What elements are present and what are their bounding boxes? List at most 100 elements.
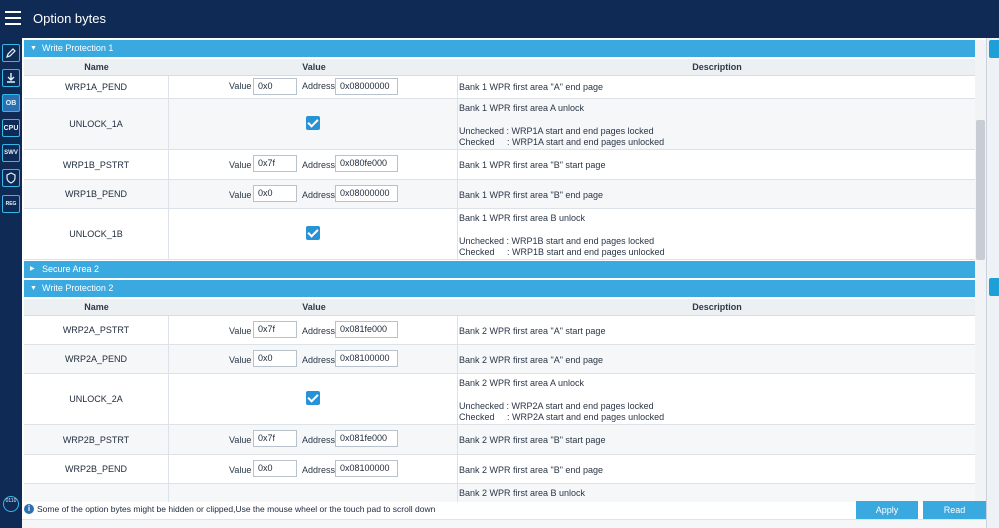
description-line: Unchecked : WRP1B start and end pages lo…	[459, 236, 655, 246]
description-line: Unchecked : WRP1A start and end pages lo…	[459, 126, 654, 136]
row-description: Bank 1 WPR first area "A" end page	[459, 76, 975, 98]
address-input[interactable]: 0x08100000	[335, 350, 398, 367]
description-line: Bank 2 WPR first area B unlock	[459, 488, 586, 498]
description-line: Bank 1 WPR first area "A" end page	[459, 82, 603, 92]
unlock-checkbox[interactable]	[306, 226, 320, 240]
row-description: Bank 2 WPR first area "B" start page	[459, 425, 975, 454]
panel-tab[interactable]	[989, 40, 999, 58]
edit-icon[interactable]	[2, 44, 20, 62]
address-label: Address	[302, 160, 336, 170]
address-input[interactable]: 0x081fe000	[335, 321, 398, 338]
column-name: Name	[84, 302, 109, 312]
vertical-scrollbar[interactable]	[975, 40, 986, 502]
table-row: WRP2A_PEND Value 0x0 Address 0x08100000 …	[24, 345, 975, 374]
apply-button[interactable]: Apply	[856, 501, 918, 519]
option-bytes-panel: ▼ Write Protection 1 Name Value Descript…	[24, 38, 986, 502]
value-input[interactable]: 0x7f	[253, 430, 297, 447]
address-input[interactable]: 0x08000000	[335, 185, 398, 202]
footer-info: i Some of the option bytes might be hidd…	[22, 502, 986, 517]
description-line: Checked : WRP2A start and end pages unlo…	[459, 412, 665, 422]
address-label: Address	[302, 465, 336, 475]
row-name: WRP1A_PEND	[24, 76, 169, 98]
section-write-protection-1[interactable]: ▼ Write Protection 1	[24, 40, 975, 57]
debug-label: 0110	[5, 498, 17, 504]
value-label: Value	[229, 81, 252, 91]
row-description: Bank 2 WPR first area B unlock	[459, 484, 975, 502]
ob-icon[interactable]: OB	[2, 94, 20, 112]
section-title: Write Protection 1	[42, 43, 114, 53]
info-icon: i	[24, 504, 34, 514]
row-name: WRP2A_PSTRT	[24, 316, 169, 344]
reg-icon[interactable]: REG	[2, 195, 20, 213]
scrollbar-thumb[interactable]	[976, 120, 985, 260]
value-label: Value	[229, 326, 252, 336]
value-input[interactable]: 0x0	[253, 350, 297, 367]
value-input[interactable]: 0x0	[253, 78, 297, 95]
row-description: Bank 1 WPR first area B unlock Unchecked…	[459, 209, 975, 259]
row-name: WRP2B_PEND	[24, 455, 169, 483]
row-value: Value 0x7f Address 0x081fe000	[169, 316, 458, 344]
description-line: Bank 2 WPR first area "A" end page	[459, 355, 603, 365]
row-name: WRP2A_PEND	[24, 345, 169, 373]
value-label: Value	[229, 160, 252, 170]
column-description: Description	[692, 302, 742, 312]
status-bar	[22, 519, 986, 528]
table-row: WRP2B_PEND Value 0x0 Address 0x08100000 …	[24, 455, 975, 484]
cpu-label: CPU	[3, 124, 19, 132]
reg-label: REG	[5, 201, 17, 207]
value-input[interactable]: 0x7f	[253, 155, 297, 172]
section-title: Write Protection 2	[42, 283, 114, 293]
read-button[interactable]: Read	[923, 501, 986, 519]
column-value: Value	[302, 302, 326, 312]
description-line: Bank 1 WPR first area "B" start page	[459, 160, 606, 170]
debug-icon[interactable]: 0110	[3, 496, 19, 512]
section-write-protection-2[interactable]: ▼ Write Protection 2	[24, 280, 975, 297]
column-value: Value	[302, 62, 326, 72]
description-line: Bank 2 WPR first area "A" start page	[459, 326, 606, 336]
value-label: Value	[229, 190, 252, 200]
download-icon[interactable]	[2, 69, 20, 87]
address-input[interactable]: 0x08100000	[335, 460, 398, 477]
row-name	[24, 484, 169, 502]
footer-message: Some of the option bytes might be hidden…	[37, 504, 436, 514]
expand-arrow-icon: ▶	[30, 266, 35, 272]
cpu-icon[interactable]: CPU	[2, 119, 20, 137]
description-line: Bank 1 WPR first area A unlock	[459, 103, 585, 113]
row-value: Value 0x0 Address 0x08000000	[169, 180, 458, 208]
value-input[interactable]: 0x7f	[253, 321, 297, 338]
section-secure-area-2[interactable]: ▶ Secure Area 2	[24, 261, 975, 278]
description-line: Unchecked : WRP2A start and end pages lo…	[459, 401, 654, 411]
row-description: Bank 1 WPR first area A unlock Unchecked…	[459, 99, 975, 149]
address-label: Address	[302, 435, 336, 445]
table-row: UNLOCK_2A Bank 2 WPR first area A unlock…	[24, 374, 975, 425]
description-line: Bank 2 WPR first area A unlock	[459, 378, 585, 388]
section-title: Secure Area 2	[42, 264, 100, 274]
table-row: UNLOCK_1A Bank 1 WPR first area A unlock…	[24, 99, 975, 150]
description-line: Bank 1 WPR first area "B" end page	[459, 190, 603, 200]
address-input[interactable]: 0x08000000	[335, 78, 398, 95]
unlock-checkbox[interactable]	[306, 116, 320, 130]
row-description: Bank 2 WPR first area A unlock Unchecked…	[459, 374, 975, 424]
description-line: Checked : WRP1A start and end pages unlo…	[459, 137, 665, 147]
row-name: UNLOCK_1A	[24, 99, 169, 149]
row-name: WRP1B_PSTRT	[24, 150, 169, 179]
row-description: Bank 1 WPR first area "B" start page	[459, 150, 975, 179]
row-value: Value 0x7f Address 0x080fe000	[169, 150, 458, 179]
value-input[interactable]: 0x0	[253, 185, 297, 202]
row-description: Bank 2 WPR first area "A" start page	[459, 316, 975, 344]
table-row: WRP2B_PSTRT Value 0x7f Address 0x081fe00…	[24, 425, 975, 455]
swv-icon[interactable]: SWV	[2, 144, 20, 162]
row-value	[169, 484, 458, 502]
row-name: WRP2B_PSTRT	[24, 425, 169, 454]
page-title: Option bytes	[33, 11, 106, 26]
address-input[interactable]: 0x081fe000	[335, 430, 398, 447]
row-description: Bank 2 WPR first area "B" end page	[459, 455, 975, 483]
panel-tab[interactable]	[989, 278, 999, 296]
row-name: UNLOCK_2A	[24, 374, 169, 424]
shield-icon[interactable]	[2, 169, 20, 187]
unlock-checkbox[interactable]	[306, 391, 320, 405]
menu-icon[interactable]	[5, 11, 21, 25]
address-input[interactable]: 0x080fe000	[335, 155, 398, 172]
value-input[interactable]: 0x0	[253, 460, 297, 477]
address-label: Address	[302, 190, 336, 200]
